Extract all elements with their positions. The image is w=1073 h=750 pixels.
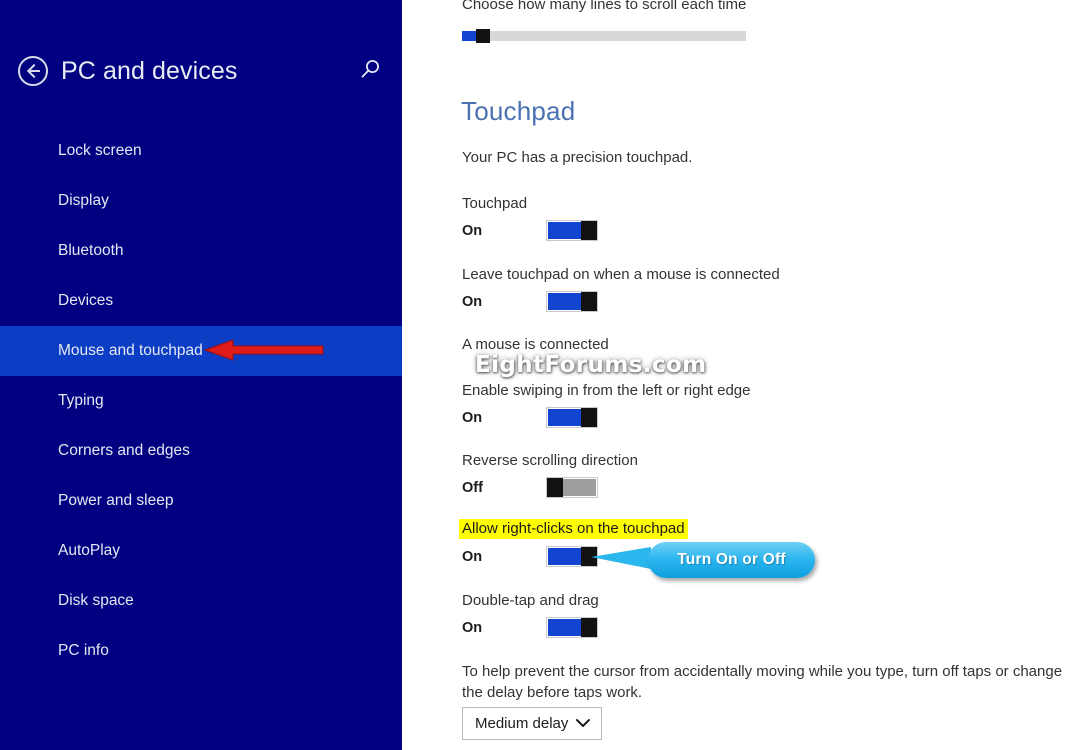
content-panel: Choose how many lines to scroll each tim… (404, 0, 1073, 750)
taps-delay-value: Medium delay (475, 715, 569, 732)
page-title: PC and devices (61, 56, 238, 85)
setting-label: Touchpad (462, 195, 528, 212)
touchpad-subtitle: Your PC has a precision touchpad. (462, 149, 693, 166)
sidebar-item-label: Lock screen (58, 142, 142, 159)
sidebar-item-disk-space[interactable]: Disk space (0, 576, 402, 626)
sidebar-item-label: Power and sleep (58, 492, 174, 509)
toggle-thumb (547, 478, 563, 497)
sidebar-item-label: Disk space (58, 592, 134, 609)
settings-screen: PC and devices Lock screen Display Bluet… (0, 0, 1073, 750)
back-arrow-icon[interactable] (18, 56, 48, 86)
setting-allow-right-clicks: Allow right-clicks on the touchpad On (459, 519, 1062, 567)
setting-label: Double-tap and drag (462, 592, 599, 609)
setting-double-tap-and-drag: Double-tap and drag On (462, 592, 1062, 638)
setting-control-row: On (462, 546, 1062, 567)
sidebar-item-label: Devices (58, 292, 114, 309)
toggle-state-text: On (462, 222, 483, 239)
toggle-touchpad[interactable] (546, 220, 598, 241)
sidebar-item-typing[interactable]: Typing (0, 376, 402, 426)
sidebar: PC and devices Lock screen Display Bluet… (0, 0, 402, 750)
setting-control-row: On (462, 291, 1062, 312)
sidebar-item-power-and-sleep[interactable]: Power and sleep (0, 476, 402, 526)
setting-control-row: On (462, 407, 1062, 428)
scroll-lines-slider[interactable] (462, 29, 746, 43)
toggle-state-text: On (462, 619, 483, 636)
setting-label: Reverse scrolling direction (462, 452, 638, 469)
sidebar-item-mouse-and-touchpad[interactable]: Mouse and touchpad (0, 326, 402, 376)
sidebar-item-label: Typing (58, 392, 104, 409)
sidebar-item-pc-info[interactable]: PC info (0, 626, 402, 676)
setting-control-row: On (462, 617, 1062, 638)
taps-delay-select[interactable]: Medium delay (462, 707, 602, 740)
toggle-double-tap-and-drag[interactable] (546, 617, 598, 638)
slider-fill (462, 31, 476, 41)
slider-thumb[interactable] (476, 29, 490, 43)
toggle-state-text: On (462, 548, 483, 565)
sidebar-item-display[interactable]: Display (0, 176, 402, 226)
setting-reverse-scrolling: Reverse scrolling direction Off (462, 452, 1062, 498)
sidebar-item-label: Display (58, 192, 109, 209)
sidebar-header: PC and devices (0, 48, 402, 94)
taps-delay-note: To help prevent the cursor from accident… (462, 663, 1063, 701)
sidebar-item-corners-and-edges[interactable]: Corners and edges (0, 426, 402, 476)
toggle-allow-right-clicks[interactable] (546, 546, 598, 567)
toggle-leave-touchpad-on[interactable] (546, 291, 598, 312)
setting-enable-edge-swipe: Enable swiping in from the left or right… (462, 382, 1062, 428)
toggle-thumb (581, 618, 597, 637)
sidebar-item-devices[interactable]: Devices (0, 276, 402, 326)
scroll-lines-caption: Choose how many lines to scroll each tim… (462, 0, 747, 13)
sidebar-item-autoplay[interactable]: AutoPlay (0, 526, 402, 576)
sidebar-item-bluetooth[interactable]: Bluetooth (0, 226, 402, 276)
section-heading-touchpad: Touchpad (461, 96, 576, 126)
setting-control-row: Off (462, 477, 1062, 498)
sidebar-item-label: Corners and edges (58, 442, 190, 459)
toggle-state-text: On (462, 409, 483, 426)
sidebar-nav-list: Lock screen Display Bluetooth Devices Mo… (0, 126, 402, 676)
setting-label: Enable swiping in from the left or right… (462, 382, 751, 399)
toggle-state-text: Off (462, 479, 483, 496)
setting-leave-touchpad-on: Leave touchpad on when a mouse is connec… (462, 266, 1062, 312)
status-mouse-connected: A mouse is connected (462, 336, 1062, 354)
toggle-thumb (581, 547, 597, 566)
sidebar-item-label: AutoPlay (58, 542, 121, 559)
toggle-thumb (581, 292, 597, 311)
sidebar-item-label: Bluetooth (58, 242, 124, 259)
sidebar-item-label: PC info (58, 642, 109, 659)
sidebar-item-label: Mouse and touchpad (58, 342, 203, 359)
setting-touchpad: Touchpad On (462, 195, 1062, 241)
search-icon[interactable] (356, 56, 384, 84)
setting-label: Leave touchpad on when a mouse is connec… (462, 266, 780, 283)
toggle-state-text: On (462, 293, 483, 310)
chevron-down-icon (575, 715, 591, 733)
setting-label-highlighted: Allow right-clicks on the touchpad (459, 519, 688, 539)
sidebar-item-lock-screen[interactable]: Lock screen (0, 126, 402, 176)
toggle-reverse-scrolling[interactable] (546, 477, 598, 498)
setting-control-row: On (462, 220, 1062, 241)
toggle-enable-edge-swipe[interactable] (546, 407, 598, 428)
toggle-thumb (581, 408, 597, 427)
toggle-thumb (581, 221, 597, 240)
status-label: A mouse is connected (462, 336, 609, 353)
